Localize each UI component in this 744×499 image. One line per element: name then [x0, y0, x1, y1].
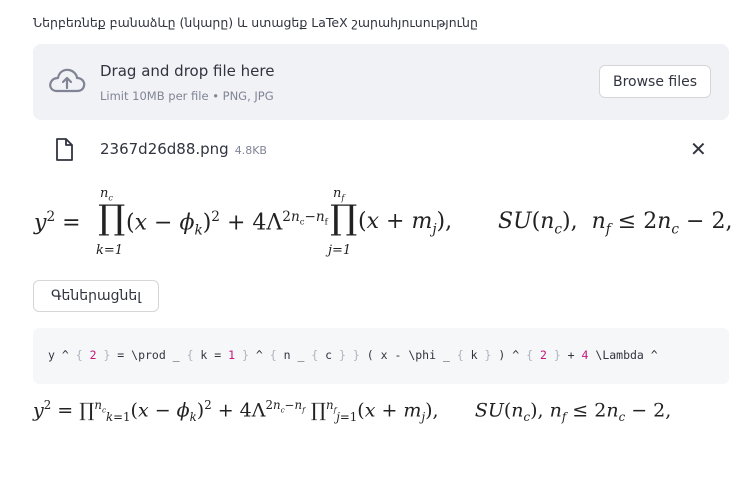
latex-token: { — [456, 348, 471, 362]
file-dropzone[interactable]: Drag and drop file here Limit 10MB per f… — [33, 44, 729, 120]
latex-token: } — [103, 348, 118, 362]
latex-token: n — [283, 348, 298, 362]
latex-token: } — [352, 348, 367, 362]
latex-token: y — [48, 348, 62, 362]
file-icon — [56, 138, 73, 161]
latex-token: ^ — [512, 348, 527, 362]
latex-token: { — [526, 348, 540, 362]
dropzone-title: Drag and drop file here — [100, 62, 275, 80]
file-name: 2367d26d88.png — [100, 140, 229, 158]
rendered-latex-formula: y2 = ∏nck=1(x − ϕk)2 + 4Λ2nc−nf ∏nfj=1(x… — [33, 398, 672, 425]
uploaded-file-row: 2367d26d88.png 4.8KB ✕ — [33, 128, 729, 170]
generate-button[interactable]: Գեներացնել — [33, 280, 159, 312]
prompt-label: Ներբեռնեք բանաձևը (նկարը) և ստացեք LaTeX… — [33, 15, 478, 30]
latex-token: 1 — [228, 348, 242, 362]
latex-token: ^ — [61, 348, 76, 362]
latex-token: _ — [442, 348, 457, 362]
latex-code-block[interactable]: y ^ { 2 } = \prod _ { k = 1 } ^ { n _ { … — [33, 328, 729, 384]
latex-token: \Lambda — [595, 348, 651, 362]
latex-token: _ — [297, 348, 312, 362]
latex-token: + — [567, 348, 582, 362]
latex-token: \prod — [131, 348, 173, 362]
cloud-upload-icon — [49, 68, 86, 93]
latex-token: k — [200, 348, 215, 362]
latex-token: \phi — [408, 348, 443, 362]
latex-token: { — [75, 348, 90, 362]
latex-token: ^ — [255, 348, 270, 362]
latex-token: } — [339, 348, 353, 362]
latex-code-line: y ^ { 2 } = \prod _ { k = 1 } ^ { n _ { … — [48, 348, 658, 362]
latex-token: } — [484, 348, 499, 362]
latex-token: = — [117, 348, 132, 362]
latex-token: } — [242, 348, 256, 362]
latex-token: 2 — [89, 348, 104, 362]
latex-token: { — [186, 348, 201, 362]
latex-token: x — [380, 348, 395, 362]
file-name-line: 2367d26d88.png 4.8KB — [100, 140, 267, 158]
latex-token: _ — [172, 348, 187, 362]
dropzone-limit-text: Limit 10MB per file • PNG, JPG — [100, 89, 274, 103]
file-size: 4.8KB — [234, 144, 267, 157]
latex-token: ( — [366, 348, 381, 362]
latex-token: { — [311, 348, 326, 362]
latex-token: } — [553, 348, 568, 362]
latex-token: - — [394, 348, 409, 362]
latex-token: { — [269, 348, 284, 362]
latex-token: ^ — [650, 348, 658, 362]
latex-token: ) — [498, 348, 513, 362]
latex-token: 2 — [539, 348, 554, 362]
latex-token: = — [214, 348, 229, 362]
latex-token: 4 — [581, 348, 596, 362]
latex-token: k — [470, 348, 485, 362]
browse-files-button[interactable]: Browse files — [599, 65, 711, 98]
latex-token: c — [325, 348, 340, 362]
close-icon[interactable]: ✕ — [690, 137, 707, 161]
